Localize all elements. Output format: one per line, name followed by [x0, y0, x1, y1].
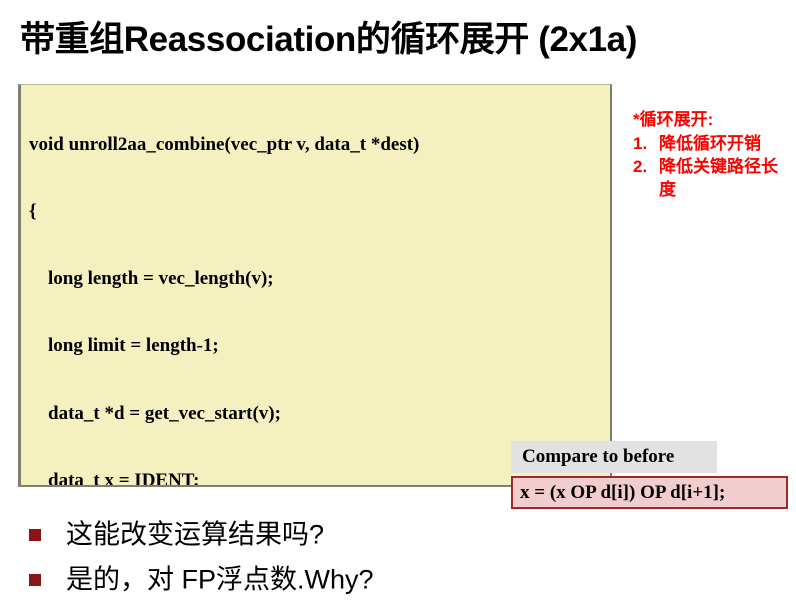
compare-to-before-code: x = (x OP d[i]) OP d[i+1]; — [511, 476, 788, 509]
code-line: { — [29, 201, 37, 223]
list-item: 1. 降低循环开销 — [633, 132, 793, 155]
page-title: 带重组Reassociation的循环展开 (2x1a) — [20, 20, 638, 59]
bullet-text: 是的，对 FP浮点数 — [66, 564, 298, 595]
code-line: long length = vec_length(v); — [29, 268, 274, 290]
code-block: void unroll2aa_combine(vec_ptr v, data_t… — [18, 84, 612, 487]
list-item-number: 1. — [633, 134, 648, 153]
code-line: long limit = length-1; — [29, 335, 219, 357]
list-item: 2. 降低关键路径长度 — [633, 155, 793, 201]
bullet-list: 这能改变运算结果吗? 是的，对 FP浮点数.Why? — [24, 512, 764, 602]
loop-unroll-note: *循环展开: 1. 降低循环开销 2. 降低关键路径长度 — [633, 108, 793, 201]
list-item-number: 2. — [633, 157, 648, 176]
why-annotation: Why? — [304, 564, 374, 595]
note-heading: *循环展开: — [633, 110, 714, 129]
list-item-label: 降低关键路径长度 — [659, 157, 778, 199]
bullet-item: 这能改变运算结果吗? — [24, 512, 764, 557]
compare-label-text: Compare to before — [522, 446, 675, 467]
list-item-label: 降低循环开销 — [659, 134, 761, 153]
note-list: 1. 降低循环开销 2. 降低关键路径长度 — [633, 132, 793, 201]
code-lines: void unroll2aa_combine(vec_ptr v, data_t… — [21, 85, 610, 485]
bullet-text: 这能改变运算结果吗? — [66, 519, 325, 550]
code-line: data_t *d = get_vec_start(v); — [29, 402, 281, 424]
compare-to-before-label: Compare to before — [511, 441, 717, 473]
code-line: void unroll2aa_combine(vec_ptr v, data_t… — [29, 133, 420, 155]
square-bullet-icon — [29, 529, 41, 541]
square-bullet-icon — [29, 574, 41, 586]
compare-code-text: x = (x OP d[i]) OP d[i+1]; — [520, 482, 726, 503]
bullet-tail: . — [297, 564, 305, 595]
bullet-item: 是的，对 FP浮点数.Why? — [24, 557, 764, 602]
